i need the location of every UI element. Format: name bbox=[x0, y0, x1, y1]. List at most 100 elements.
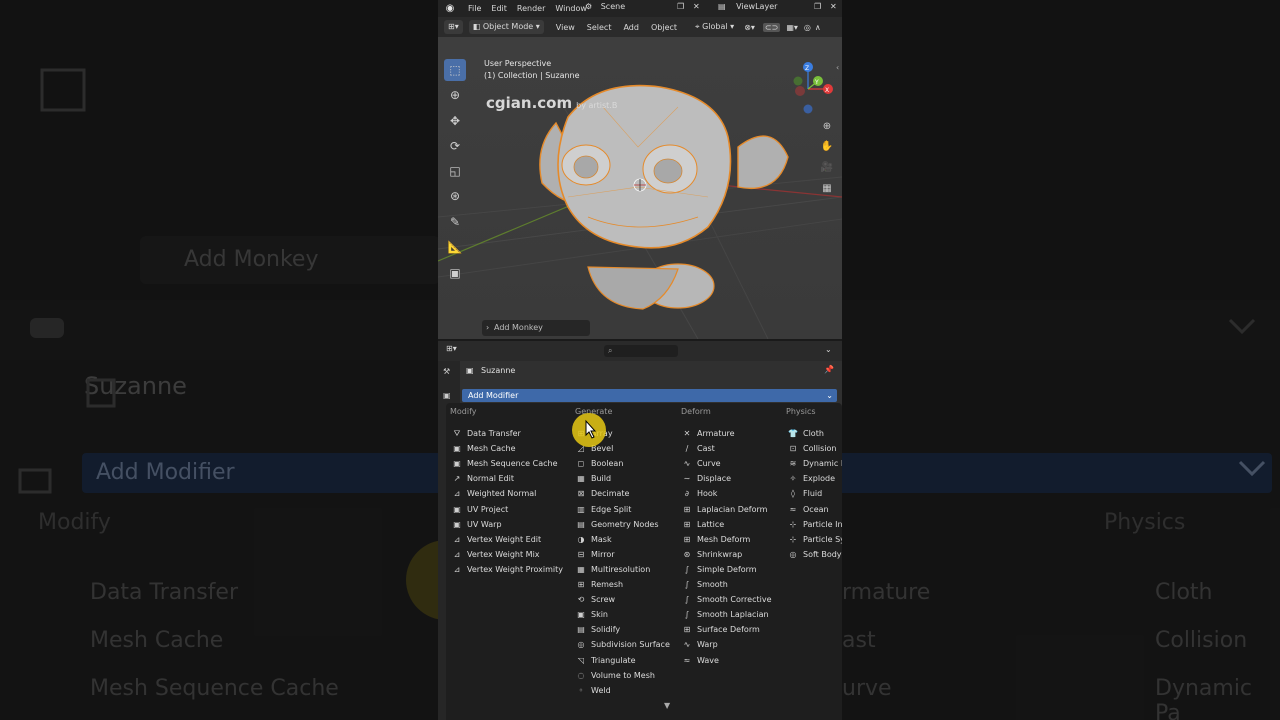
modifier-item-weighted-normal[interactable]: ⊿ Weighted Normal bbox=[452, 487, 537, 501]
menu-object[interactable]: Object bbox=[651, 23, 677, 32]
menu-view[interactable]: View bbox=[556, 23, 575, 32]
modifier-item-cloth[interactable]: 👕 Cloth bbox=[788, 427, 824, 441]
modifier-item-particle-sys[interactable]: ⊹Particle Sys bbox=[788, 533, 842, 547]
zoom-icon[interactable]: ⊕ bbox=[817, 117, 837, 135]
modifier-item-wave[interactable]: ≈ Wave bbox=[682, 654, 719, 668]
modifier-item-warp[interactable]: ∿ Warp bbox=[682, 638, 718, 652]
properties-editor-type-icon[interactable]: ⊞▾ bbox=[446, 344, 457, 353]
menu-edit[interactable]: Edit bbox=[491, 4, 507, 13]
pan-hand-icon[interactable]: ✋ bbox=[817, 137, 837, 155]
menu-render[interactable]: Render bbox=[517, 4, 545, 13]
modifier-item-soft-body[interactable]: ◎ Soft Body bbox=[788, 548, 842, 562]
modifier-item-normal-edit[interactable]: ↗ Normal Edit bbox=[452, 472, 514, 486]
modifier-item-surface-deform[interactable]: ⊞ Surface Deform bbox=[682, 623, 760, 637]
menu-select[interactable]: Select bbox=[587, 23, 612, 32]
measure-tool-icon[interactable]: 📐 bbox=[444, 236, 466, 258]
modifier-item-simple-deform[interactable]: ∫ Simple Deform bbox=[682, 563, 757, 577]
modifier-item-uv-project[interactable]: ▣ UV Project bbox=[452, 503, 508, 517]
delete-scene-icon[interactable]: ✕ bbox=[693, 2, 700, 11]
modifier-item-mask[interactable]: ◑ Mask bbox=[576, 533, 612, 547]
rotate-tool-icon[interactable]: ⟳ bbox=[444, 135, 466, 157]
modifier-item-smooth-laplacian[interactable]: ∫ Smooth Laplacian bbox=[682, 608, 769, 622]
modifier-item-edge-split[interactable]: ▥ Edge Split bbox=[576, 503, 631, 517]
modifier-item-solidify[interactable]: ▤ Solidify bbox=[576, 623, 620, 637]
new-scene-icon[interactable]: ❐ bbox=[677, 2, 684, 11]
transform-orientation-dropdown[interactable]: ⌖ Global ▾ bbox=[695, 22, 734, 32]
modifier-item-multiresolution[interactable]: ▦ Multiresolution bbox=[576, 563, 650, 577]
modifier-item-smooth[interactable]: ∫ Smooth bbox=[682, 578, 728, 592]
modifier-item-armature[interactable]: ✕ Armature bbox=[682, 427, 735, 441]
annotate-tool-icon[interactable]: ✎ bbox=[444, 211, 466, 233]
modifier-item-volume-to-mesh[interactable]: ◌ Volume to Mesh bbox=[576, 669, 655, 683]
modifier-item-dynamic-pa[interactable]: ≋Dynamic Pa bbox=[788, 457, 842, 471]
transform-tool-icon[interactable]: ⊛ bbox=[444, 185, 466, 207]
perspective-grid-icon[interactable]: ▦ bbox=[817, 179, 837, 197]
menu-add[interactable]: Add bbox=[623, 23, 639, 32]
modifier-item-ocean[interactable]: ≈ Ocean bbox=[788, 503, 829, 517]
modifier-item-laplacian-deform[interactable]: ⊞ Laplacian Deform bbox=[682, 503, 768, 517]
add-modifier-dropdown[interactable]: Add Modifier ⌄ bbox=[462, 389, 837, 402]
modifier-item-curve[interactable]: ∿ Curve bbox=[682, 457, 721, 471]
modifier-item-lattice[interactable]: ⊞ Lattice bbox=[682, 518, 725, 532]
modifier-item-data-transfer[interactable]: ⛛ Data Transfer bbox=[452, 427, 521, 441]
new-viewlayer-icon[interactable]: ❐ bbox=[814, 2, 821, 11]
modifier-item-vertex-weight-proximity[interactable]: ⊿ Vertex Weight Proximity bbox=[452, 563, 563, 577]
pin-icon[interactable]: 📌 bbox=[824, 365, 834, 374]
modifier-item-hook[interactable]: ∂ Hook bbox=[682, 487, 718, 501]
modifier-item-build[interactable]: ▦ Build bbox=[576, 472, 611, 486]
modifier-item-fluid[interactable]: ◊ Fluid bbox=[788, 487, 822, 501]
move-tool-icon[interactable]: ✥ bbox=[444, 110, 466, 132]
scene-selector[interactable]: ⚙ Scene ❐ ✕ bbox=[585, 2, 705, 15]
sidebar-toggle-icon[interactable]: ‹ bbox=[836, 63, 839, 72]
modifier-item-subdivision-surface[interactable]: ◎ Subdivision Surface bbox=[576, 638, 670, 652]
last-operator-panel[interactable]: › Add Monkey bbox=[482, 320, 590, 336]
snap-target-icon[interactable]: ▦▾ bbox=[786, 23, 798, 32]
menu-window[interactable]: Window bbox=[555, 4, 587, 13]
modifier-item-cast[interactable]: ∕ Cast bbox=[682, 442, 715, 456]
render-tab-icon[interactable]: ▣ bbox=[443, 391, 451, 400]
modifier-item-mesh-deform[interactable]: ⊞ Mesh Deform bbox=[682, 533, 751, 547]
modifier-item-weld[interactable]: ◦ Weld bbox=[576, 684, 611, 698]
mode-dropdown[interactable]: ◧ Object Mode ▾ bbox=[468, 20, 544, 34]
tool-tab-icon[interactable]: ⚒ bbox=[443, 367, 450, 376]
modifier-item-decimate[interactable]: ⊠ Decimate bbox=[576, 487, 630, 501]
modifier-item-particle-inst[interactable]: ⊹Particle Inst bbox=[788, 518, 842, 532]
add-cube-tool-icon[interactable]: ▣ bbox=[444, 262, 466, 284]
modifier-item-collision[interactable]: ⊡ Collision bbox=[788, 442, 837, 456]
3d-viewport[interactable]: Z X Y ⬚ ⊕ ✥ ⟳ ◱ ⊛ ✎ 📐 ▣ User Perspective… bbox=[438, 37, 842, 339]
modifier-item-smooth-corrective[interactable]: ∫ Smooth Corrective bbox=[682, 593, 772, 607]
modifier-item-remesh[interactable]: ⊞ Remesh bbox=[576, 578, 623, 592]
navigation-gizmo[interactable]: Z X Y bbox=[793, 62, 834, 114]
scroll-down-icon[interactable]: ▼ bbox=[664, 701, 670, 710]
modifier-item-shrinkwrap[interactable]: ⊛ Shrinkwrap bbox=[682, 548, 743, 562]
camera-icon[interactable]: 🎥 bbox=[817, 158, 837, 176]
blender-logo-icon[interactable]: ◉ bbox=[442, 3, 458, 14]
options-chevron-icon[interactable]: ⌄ bbox=[825, 345, 832, 354]
scale-tool-icon[interactable]: ◱ bbox=[444, 160, 466, 182]
modifier-particle-inst-icon: ⊹ bbox=[789, 519, 797, 529]
falloff-icon[interactable]: ∧ bbox=[815, 23, 821, 32]
viewlayer-selector[interactable]: ▤ ViewLayer ❐ ✕ bbox=[718, 2, 838, 15]
properties-search-input[interactable]: ⌕ bbox=[604, 345, 678, 357]
modifier-item-displace[interactable]: ∼ Displace bbox=[682, 472, 731, 486]
modifier-item-boolean[interactable]: ◻ Boolean bbox=[576, 457, 624, 471]
modifier-item-screw[interactable]: ⟲ Screw bbox=[576, 593, 615, 607]
pivot-icon[interactable]: ⊗▾ bbox=[744, 23, 755, 32]
snap-icon[interactable]: ⊂⊃ bbox=[762, 22, 781, 32]
cursor-tool-icon[interactable]: ⊕ bbox=[444, 84, 466, 106]
modifier-item-mirror[interactable]: ⊟ Mirror bbox=[576, 548, 615, 562]
modifier-item-mesh-cache[interactable]: ▣ Mesh Cache bbox=[452, 442, 515, 456]
modifier-item-skin[interactable]: ▣ Skin bbox=[576, 608, 608, 622]
menu-file[interactable]: File bbox=[468, 4, 481, 13]
proportional-edit-icon[interactable]: ◎ bbox=[804, 23, 811, 32]
modifier-item-mesh-sequence-cache[interactable]: ▣ Mesh Sequence Cache bbox=[452, 457, 557, 471]
select-box-tool-icon[interactable]: ⬚ bbox=[444, 59, 466, 81]
modifier-item-vertex-weight-edit[interactable]: ⊿ Vertex Weight Edit bbox=[452, 533, 542, 547]
modifier-item-uv-warp[interactable]: ▣ UV Warp bbox=[452, 518, 501, 532]
modifier-item-triangulate[interactable]: ◹ Triangulate bbox=[576, 654, 636, 668]
modifier-item-explode[interactable]: ✧ Explode bbox=[788, 472, 835, 486]
editor-type-icon[interactable]: ⊞▾ bbox=[444, 20, 463, 34]
modifier-item-vertex-weight-mix[interactable]: ⊿ Vertex Weight Mix bbox=[452, 548, 540, 562]
modifier-item-geometry-nodes[interactable]: ▤ Geometry Nodes bbox=[576, 518, 658, 532]
delete-viewlayer-icon[interactable]: ✕ bbox=[830, 2, 837, 11]
